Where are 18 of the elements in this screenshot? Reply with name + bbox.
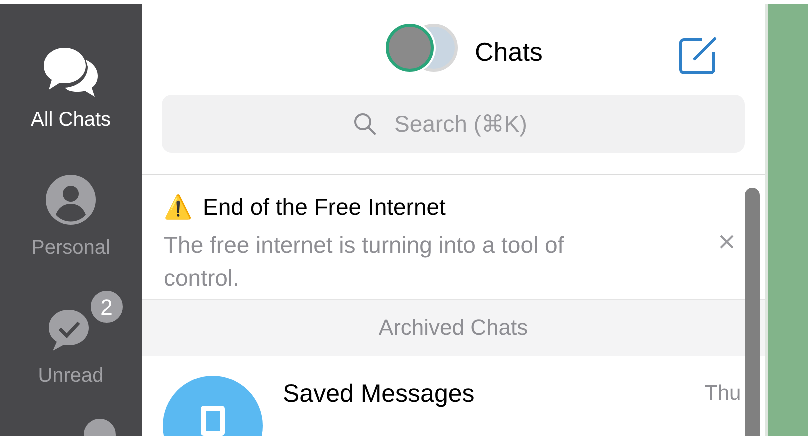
scrollbar[interactable]: [745, 188, 760, 436]
account-avatars-drawing[interactable]: [386, 24, 458, 72]
header-title: Chats: [475, 36, 543, 69]
archived-chats-button[interactable]: Archived Chats: [142, 300, 765, 356]
folder-tab[interactable]: Personal: [10, 160, 132, 260]
search-icon: [352, 112, 376, 136]
warning-icon: ⚠: [164, 192, 193, 221]
chat-time: Thu: [705, 381, 742, 407]
search-field[interactable]: Search (⌘K): [162, 94, 745, 153]
banner-title: End of the Free Internet: [203, 192, 446, 221]
folder-tab[interactable]: All Chats: [8, 32, 134, 132]
banner-text: The free internet is turning into a tool of control.: [164, 230, 566, 293]
chat-name[interactable]: Saved Messages: [283, 376, 475, 414]
person-icon: [45, 174, 97, 226]
search-input: Search (⌘K): [394, 106, 554, 142]
chat-bubbles-icon: [41, 46, 101, 98]
close-icon[interactable]: [718, 232, 736, 251]
folder-tab[interactable]: 2 Unread: [16, 288, 126, 388]
